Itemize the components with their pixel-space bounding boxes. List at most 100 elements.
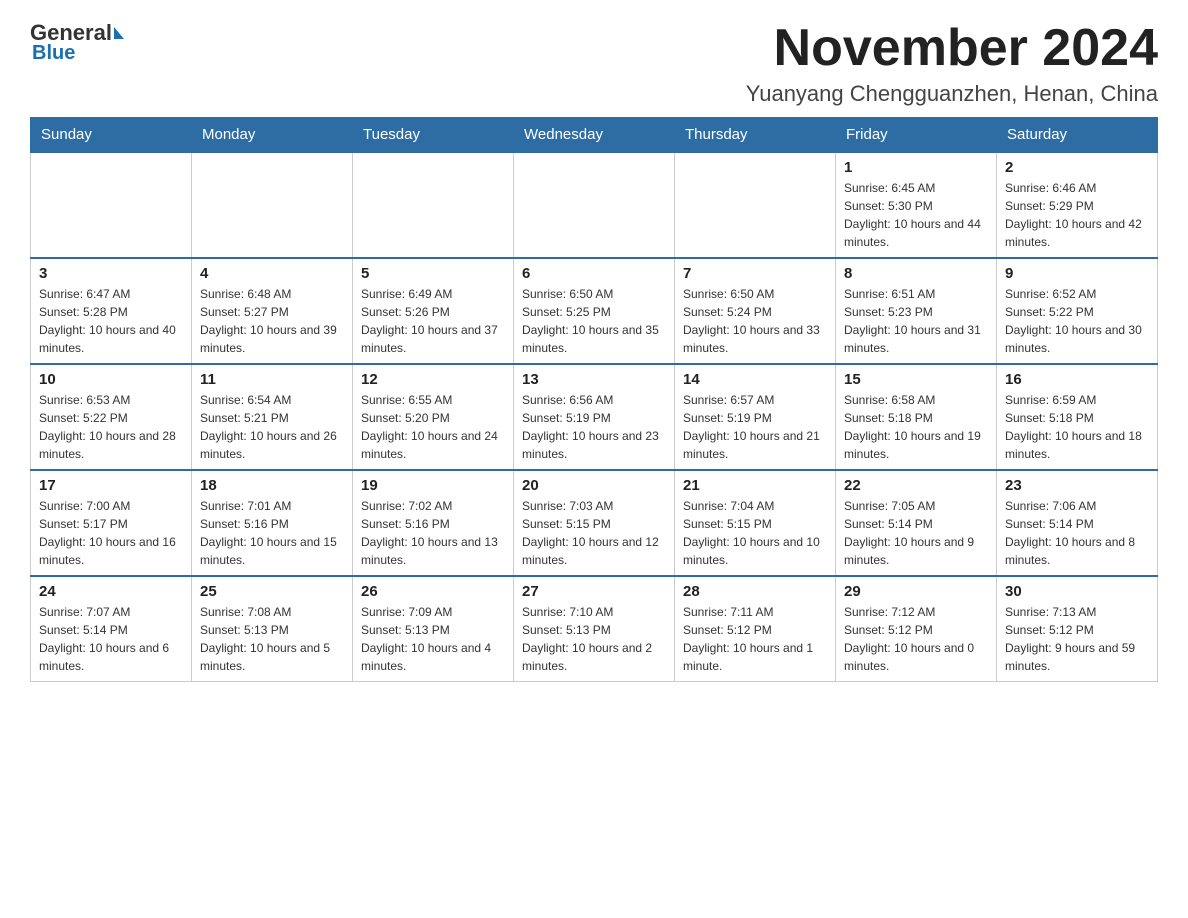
- day-info: Sunrise: 7:11 AMSunset: 5:12 PMDaylight:…: [683, 603, 827, 675]
- week-row-4: 17Sunrise: 7:00 AMSunset: 5:17 PMDayligh…: [31, 470, 1158, 576]
- header-wednesday: Wednesday: [514, 118, 675, 153]
- header-tuesday: Tuesday: [353, 118, 514, 153]
- calendar-cell: 14 Sunrise: 6:57 AMSunset: 5:19 PMDayligh…: [675, 364, 836, 470]
- calendar-cell: 16 Sunrise: 6:59 AMSunset: 5:18 PMDayligh…: [997, 364, 1158, 470]
- calendar-cell: 29Sunrise: 7:12 AMSunset: 5:12 PMDayligh…: [836, 576, 997, 682]
- calendar-subtitle: Yuanyang Chengguanzhen, Henan, China: [746, 81, 1158, 107]
- day-info: Sunrise: 6:47 AMSunset: 5:28 PMDaylight:…: [39, 285, 183, 357]
- day-info: Sunrise: 6:52 AMSunset: 5:22 PMDaylight:…: [1005, 285, 1149, 357]
- day-number: 8: [844, 265, 988, 282]
- day-info: Sunrise: 6:45 AMSunset: 5:30 PMDaylight:…: [844, 179, 988, 251]
- calendar-cell: 9Sunrise: 6:52 AMSunset: 5:22 PMDaylight…: [997, 258, 1158, 364]
- day-info: Sunrise: 7:04 AMSunset: 5:15 PMDaylight:…: [683, 497, 827, 569]
- day-info: Sunrise: 6:49 AMSunset: 5:26 PMDaylight:…: [361, 285, 505, 357]
- day-number: 22: [844, 477, 988, 494]
- day-info: Sunrise: 6:58 AMSunset: 5:18 PMDaylight:…: [844, 391, 988, 463]
- day-number: 21: [683, 477, 827, 494]
- calendar-cell: 23 Sunrise: 7:06 AMSunset: 5:14 PMDayligh…: [997, 470, 1158, 576]
- calendar-cell: 4 Sunrise: 6:48 AMSunset: 5:27 PMDaylight…: [192, 258, 353, 364]
- day-number: 25: [200, 583, 344, 600]
- calendar-cell: [192, 152, 353, 258]
- calendar-cell: 3 Sunrise: 6:47 AMSunset: 5:28 PMDaylight…: [31, 258, 192, 364]
- calendar-title: November 2024: [746, 20, 1158, 77]
- day-number: 13: [522, 371, 666, 388]
- logo-arrow-icon: [114, 27, 124, 39]
- calendar-cell: [675, 152, 836, 258]
- day-info: Sunrise: 7:03 AMSunset: 5:15 PMDaylight:…: [522, 497, 666, 569]
- calendar-cell: 21 Sunrise: 7:04 AMSunset: 5:15 PMDayligh…: [675, 470, 836, 576]
- day-info: Sunrise: 7:02 AMSunset: 5:16 PMDaylight:…: [361, 497, 505, 569]
- day-number: 7: [683, 265, 827, 282]
- calendar-cell: 5 Sunrise: 6:49 AMSunset: 5:26 PMDaylight…: [353, 258, 514, 364]
- calendar-cell: 12 Sunrise: 6:55 AMSunset: 5:20 PMDayligh…: [353, 364, 514, 470]
- day-info: Sunrise: 6:55 AMSunset: 5:20 PMDaylight:…: [361, 391, 505, 463]
- day-number: 12: [361, 371, 505, 388]
- day-info: Sunrise: 7:09 AMSunset: 5:13 PMDaylight:…: [361, 603, 505, 675]
- day-number: 30: [1005, 583, 1149, 600]
- day-info: Sunrise: 6:51 AMSunset: 5:23 PMDaylight:…: [844, 285, 988, 357]
- page-header: General Blue November 2024 Yuanyang Chen…: [30, 20, 1158, 107]
- day-number: 16: [1005, 371, 1149, 388]
- calendar-cell: 24 Sunrise: 7:07 AMSunset: 5:14 PMDayligh…: [31, 576, 192, 682]
- header-friday: Friday: [836, 118, 997, 153]
- calendar-cell: 22 Sunrise: 7:05 AMSunset: 5:14 PMDayligh…: [836, 470, 997, 576]
- header-monday: Monday: [192, 118, 353, 153]
- calendar-table: Sunday Monday Tuesday Wednesday Thursday…: [30, 117, 1158, 682]
- header-sunday: Sunday: [31, 118, 192, 153]
- calendar-cell: 28 Sunrise: 7:11 AMSunset: 5:12 PMDayligh…: [675, 576, 836, 682]
- day-info: Sunrise: 6:59 AMSunset: 5:18 PMDaylight:…: [1005, 391, 1149, 463]
- day-number: 11: [200, 371, 344, 388]
- header-saturday: Saturday: [997, 118, 1158, 153]
- day-info: Sunrise: 7:12 AMSunset: 5:12 PMDaylight:…: [844, 603, 988, 675]
- logo-blue: Blue: [30, 42, 75, 65]
- day-number: 2: [1005, 159, 1149, 176]
- day-info: Sunrise: 6:57 AMSunset: 5:19 PMDaylight:…: [683, 391, 827, 463]
- logo: General Blue: [30, 20, 124, 65]
- day-info: Sunrise: 7:08 AMSunset: 5:13 PMDaylight:…: [200, 603, 344, 675]
- day-number: 4: [200, 265, 344, 282]
- day-number: 5: [361, 265, 505, 282]
- day-info: Sunrise: 7:10 AMSunset: 5:13 PMDaylight:…: [522, 603, 666, 675]
- day-info: Sunrise: 6:48 AMSunset: 5:27 PMDaylight:…: [200, 285, 344, 357]
- calendar-cell: 26 Sunrise: 7:09 AMSunset: 5:13 PMDayligh…: [353, 576, 514, 682]
- day-info: Sunrise: 6:50 AMSunset: 5:24 PMDaylight:…: [683, 285, 827, 357]
- calendar-cell: 25 Sunrise: 7:08 AMSunset: 5:13 PMDayligh…: [192, 576, 353, 682]
- week-row-5: 24 Sunrise: 7:07 AMSunset: 5:14 PMDayligh…: [31, 576, 1158, 682]
- week-row-1: 1 Sunrise: 6:45 AMSunset: 5:30 PMDaylight…: [31, 152, 1158, 258]
- calendar-cell: 17Sunrise: 7:00 AMSunset: 5:17 PMDayligh…: [31, 470, 192, 576]
- day-info: Sunrise: 6:54 AMSunset: 5:21 PMDaylight:…: [200, 391, 344, 463]
- day-number: 19: [361, 477, 505, 494]
- day-number: 24: [39, 583, 183, 600]
- calendar-cell: 30Sunrise: 7:13 AMSunset: 5:12 PMDayligh…: [997, 576, 1158, 682]
- day-info: Sunrise: 7:06 AMSunset: 5:14 PMDaylight:…: [1005, 497, 1149, 569]
- calendar-cell: 15Sunrise: 6:58 AMSunset: 5:18 PMDayligh…: [836, 364, 997, 470]
- day-number: 14: [683, 371, 827, 388]
- day-info: Sunrise: 6:50 AMSunset: 5:25 PMDaylight:…: [522, 285, 666, 357]
- day-info: Sunrise: 7:01 AMSunset: 5:16 PMDaylight:…: [200, 497, 344, 569]
- calendar-cell: 10Sunrise: 6:53 AMSunset: 5:22 PMDayligh…: [31, 364, 192, 470]
- calendar-cell: [514, 152, 675, 258]
- day-info: Sunrise: 7:07 AMSunset: 5:14 PMDaylight:…: [39, 603, 183, 675]
- calendar-cell: 11 Sunrise: 6:54 AMSunset: 5:21 PMDayligh…: [192, 364, 353, 470]
- day-info: Sunrise: 7:00 AMSunset: 5:17 PMDaylight:…: [39, 497, 183, 569]
- calendar-cell: 8 Sunrise: 6:51 AMSunset: 5:23 PMDaylight…: [836, 258, 997, 364]
- calendar-cell: 7 Sunrise: 6:50 AMSunset: 5:24 PMDaylight…: [675, 258, 836, 364]
- day-number: 28: [683, 583, 827, 600]
- day-number: 26: [361, 583, 505, 600]
- calendar-cell: [353, 152, 514, 258]
- calendar-cell: 19 Sunrise: 7:02 AMSunset: 5:16 PMDayligh…: [353, 470, 514, 576]
- calendar-cell: 1 Sunrise: 6:45 AMSunset: 5:30 PMDaylight…: [836, 152, 997, 258]
- day-number: 18: [200, 477, 344, 494]
- calendar-cell: 18 Sunrise: 7:01 AMSunset: 5:16 PMDayligh…: [192, 470, 353, 576]
- calendar-cell: 27Sunrise: 7:10 AMSunset: 5:13 PMDayligh…: [514, 576, 675, 682]
- day-number: 3: [39, 265, 183, 282]
- header-thursday: Thursday: [675, 118, 836, 153]
- day-number: 10: [39, 371, 183, 388]
- day-number: 23: [1005, 477, 1149, 494]
- day-number: 6: [522, 265, 666, 282]
- day-info: Sunrise: 7:05 AMSunset: 5:14 PMDaylight:…: [844, 497, 988, 569]
- day-number: 1: [844, 159, 988, 176]
- weekday-header-row: Sunday Monday Tuesday Wednesday Thursday…: [31, 118, 1158, 153]
- week-row-2: 3 Sunrise: 6:47 AMSunset: 5:28 PMDaylight…: [31, 258, 1158, 364]
- title-section: November 2024 Yuanyang Chengguanzhen, He…: [746, 20, 1158, 107]
